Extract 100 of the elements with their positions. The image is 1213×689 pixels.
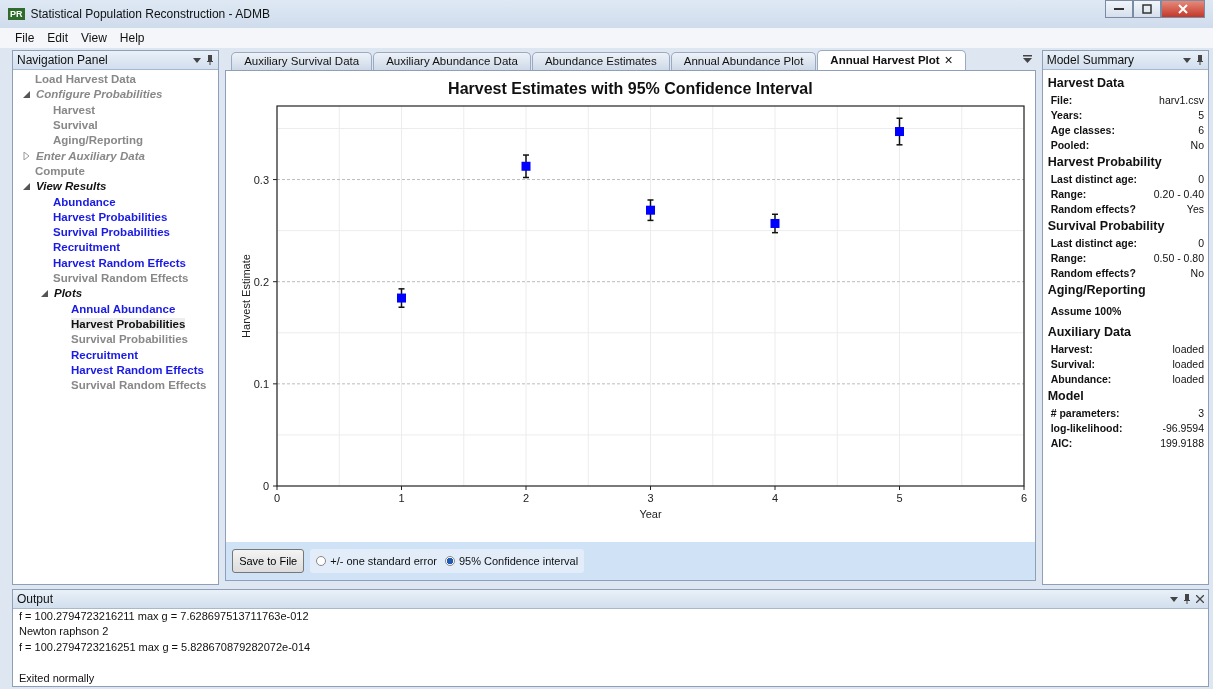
y-axis-label: Harvest Estimate bbox=[240, 253, 253, 338]
x-tick-label: 1 bbox=[398, 491, 405, 504]
app-logo: PR bbox=[8, 7, 25, 20]
tree-item[interactable]: Recruitment bbox=[71, 348, 139, 361]
dropdown-icon[interactable] bbox=[1170, 594, 1178, 603]
radio-button[interactable] bbox=[316, 555, 327, 566]
maximize-icon bbox=[1142, 4, 1152, 14]
menu-item[interactable]: Edit bbox=[47, 30, 69, 45]
panel-title: Model Summary bbox=[1046, 52, 1135, 67]
field-label: Pooled: bbox=[1050, 138, 1091, 151]
field-label: Random effects? bbox=[1050, 202, 1137, 215]
section-note: Assume 100% bbox=[1050, 304, 1123, 317]
point bbox=[646, 205, 656, 215]
tab[interactable]: Auxiliary Abundance Data bbox=[373, 51, 531, 70]
field-value: 6 bbox=[1197, 123, 1204, 136]
y-tick-label: 0 bbox=[263, 479, 270, 492]
field-value: 0.50 - 0.80 bbox=[1152, 251, 1204, 264]
menu-item[interactable]: Help bbox=[119, 30, 145, 45]
field-label: File: bbox=[1050, 93, 1074, 106]
tree-item[interactable]: Harvest Probabilities bbox=[53, 210, 168, 223]
tab[interactable]: Auxiliary Survival Data bbox=[231, 51, 373, 70]
field-value: harv1.csv bbox=[1158, 93, 1204, 106]
x-axis-label: Year bbox=[639, 507, 662, 520]
expanded-arrow-icon[interactable] bbox=[41, 289, 48, 297]
tree-item[interactable]: Recruitment bbox=[53, 241, 121, 254]
menu-item[interactable]: View bbox=[81, 30, 107, 45]
tree-item[interactable]: Harvest Random Effects bbox=[71, 363, 204, 376]
dropdown-icon[interactable] bbox=[1183, 55, 1191, 64]
section-heading: Aging/Reporting bbox=[1047, 282, 1147, 297]
field-value: loaded bbox=[1171, 357, 1204, 370]
tab-close-button[interactable]: × bbox=[944, 52, 953, 69]
maximize-button[interactable] bbox=[1133, 0, 1161, 18]
field-value: loaded bbox=[1171, 342, 1204, 355]
y-tick-label: 0.1 bbox=[253, 377, 270, 390]
panel-title: Navigation Panel bbox=[17, 52, 108, 67]
minimize-icon bbox=[1114, 8, 1124, 10]
section-heading: Model bbox=[1047, 388, 1085, 403]
x-tick-label: 0 bbox=[274, 491, 281, 504]
tree-group[interactable]: View Results bbox=[36, 180, 107, 193]
field-label: Survival: bbox=[1050, 357, 1097, 370]
tree-item[interactable]: Survival Probabilities bbox=[53, 226, 170, 239]
point bbox=[770, 218, 780, 228]
log-line: f = 100.2794723216211 max g = 7.628697513711763e-012 bbox=[19, 609, 309, 622]
x-tick-label: 3 bbox=[647, 491, 654, 504]
log-line: Newton raphson 2 bbox=[19, 625, 109, 637]
section-heading: Harvest Probability bbox=[1047, 154, 1163, 169]
x-tick-label: 4 bbox=[772, 491, 779, 504]
field-value: loaded bbox=[1171, 372, 1204, 385]
field-label: Abundance: bbox=[1050, 372, 1112, 385]
field-value: Yes bbox=[1185, 202, 1204, 215]
field-label: Range: bbox=[1050, 187, 1088, 200]
radio-button[interactable] bbox=[444, 555, 455, 566]
field-label: Random effects? bbox=[1050, 266, 1137, 279]
field-label: Last distinct age: bbox=[1050, 236, 1138, 249]
tab[interactable]: Abundance Estimates bbox=[531, 51, 670, 70]
field-value: 0.20 - 0.40 bbox=[1152, 187, 1204, 200]
y-tick-label: 0.3 bbox=[253, 173, 270, 186]
field-label: Age classes: bbox=[1050, 123, 1115, 136]
minimize-button[interactable] bbox=[1105, 0, 1133, 18]
x-tick-label: 5 bbox=[896, 491, 903, 504]
field-value: -96.9594 bbox=[1161, 421, 1204, 434]
field-value: 199.9188 bbox=[1159, 436, 1204, 449]
x-tick-label: 6 bbox=[1021, 491, 1028, 504]
data-point-with-error-bar bbox=[646, 198, 656, 221]
tree-item[interactable]: Abundance bbox=[53, 195, 116, 208]
tab[interactable]: Annual Harvest Plot × bbox=[817, 49, 966, 70]
pin-icon[interactable] bbox=[1196, 54, 1204, 65]
data-point-with-error-bar bbox=[895, 117, 905, 146]
field-value: 0 bbox=[1197, 172, 1204, 185]
tab-list-icon[interactable] bbox=[1022, 55, 1032, 65]
field-value: No bbox=[1189, 138, 1204, 151]
data-point-with-error-bar bbox=[770, 213, 780, 233]
panel-title: Output bbox=[17, 591, 54, 606]
close-icon bbox=[1178, 4, 1188, 14]
chart-title: Harvest Estimates with 95% Confidence Interval bbox=[447, 78, 814, 99]
point bbox=[895, 126, 905, 136]
point bbox=[397, 293, 407, 303]
tree-item[interactable]: Harvest Random Effects bbox=[53, 256, 186, 269]
tree-group[interactable]: Plots bbox=[54, 287, 83, 300]
pin-icon[interactable] bbox=[1183, 593, 1191, 604]
section-heading: Survival Probability bbox=[1047, 218, 1166, 233]
close-button[interactable] bbox=[1161, 0, 1205, 18]
y-tick-label: 0.2 bbox=[253, 275, 270, 288]
x-tick-label: 2 bbox=[523, 491, 530, 504]
field-label: Range: bbox=[1050, 251, 1088, 264]
close-icon[interactable] bbox=[1196, 594, 1204, 603]
dropdown-icon[interactable] bbox=[193, 55, 202, 64]
section-heading: Harvest Data bbox=[1047, 75, 1126, 90]
data-point-with-error-bar bbox=[521, 153, 531, 178]
field-label: log-likelihood: bbox=[1050, 421, 1123, 434]
section-heading: Auxiliary Data bbox=[1047, 324, 1133, 339]
tab[interactable]: Annual Abundance Plot bbox=[670, 51, 817, 70]
tree-item[interactable]: Harvest Probabilities bbox=[71, 317, 186, 330]
field-label: Last distinct age: bbox=[1050, 172, 1138, 185]
expanded-arrow-icon[interactable] bbox=[23, 182, 30, 190]
save-button[interactable]: Save to File bbox=[232, 548, 305, 573]
menu-item[interactable]: File bbox=[15, 30, 35, 45]
field-label: Years: bbox=[1050, 108, 1084, 121]
pin-icon[interactable] bbox=[206, 54, 215, 65]
tree-item[interactable]: Annual Abundance bbox=[71, 302, 176, 315]
